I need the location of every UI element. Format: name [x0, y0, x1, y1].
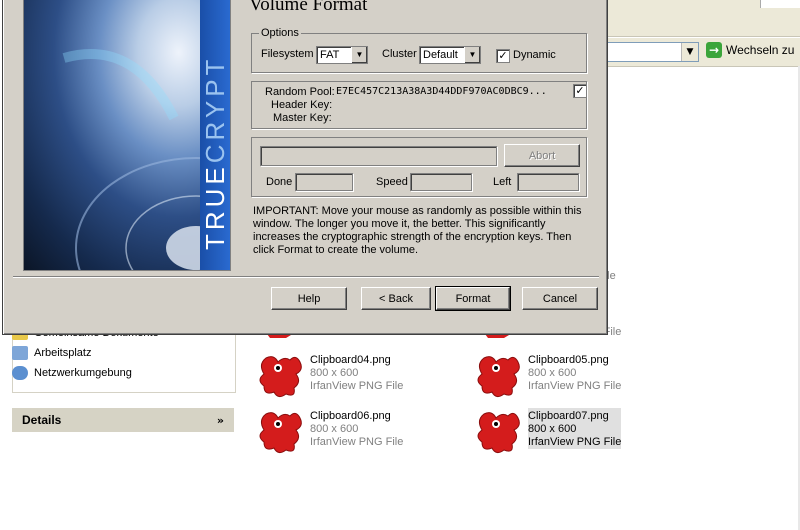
done-label: Done: [266, 176, 293, 188]
truecrypt-logo-image: TRUECRYPT: [24, 0, 230, 270]
file-dimensions: 800 x 600: [310, 367, 359, 379]
file-name: Clipboard04.png: [310, 354, 391, 366]
info-text: IMPORTANT: Move your mouse as randomly a…: [253, 205, 582, 256]
volume-format-dialog: TRUECRYPT Volume Format Options Filesyst…: [2, 0, 608, 335]
place-my-computer[interactable]: Arbeitsplatz: [12, 346, 91, 360]
random-pool-value: E7EC457C213A38A3D44DDF970AC0DBC9...: [336, 86, 547, 97]
filesystem-select[interactable]: FAT ▼: [316, 46, 368, 64]
display-pool-checkbox[interactable]: ✓: [573, 84, 587, 98]
file-name: Clipboard05.png: [528, 354, 609, 366]
network-icon: [12, 366, 28, 380]
format-button[interactable]: Format: [435, 286, 511, 311]
file-type: IrfanView PNG File: [310, 436, 404, 448]
place-label: Netzwerkumgebung: [34, 367, 132, 379]
options-group-label: Options: [259, 27, 301, 39]
done-field: [295, 173, 353, 191]
place-label: Arbeitsplatz: [34, 347, 92, 359]
cluster-select[interactable]: Default ▼: [419, 46, 481, 64]
truecrypt-banner: TRUECRYPT: [23, 0, 231, 271]
file-tile-selected[interactable]: Clipboard07.png 800 x 600 IrfanView PNG …: [474, 408, 622, 456]
back-button[interactable]: < Back: [361, 287, 431, 310]
progress-bar: [260, 146, 497, 166]
file-dimensions: 800 x 600: [310, 423, 359, 435]
go-label: Wechseln zu: [726, 43, 795, 57]
cancel-button[interactable]: Cancel: [522, 287, 598, 310]
file-tile[interactable]: Clipboard04.png 800 x 600 IrfanView PNG …: [256, 352, 403, 400]
banner-text-true: TRUE: [200, 163, 230, 250]
header-key-label: Header Key:: [271, 99, 333, 111]
explorer-menu-bar: [600, 8, 800, 37]
svg-text:TRUECRYPT: TRUECRYPT: [200, 56, 230, 250]
file-dimensions: 800 x 600: [528, 367, 577, 379]
irfanview-png-icon: [477, 356, 520, 398]
irfanview-png-icon: [259, 356, 302, 398]
explorer-address-bar: ▼ → Wechseln zu: [600, 38, 800, 67]
address-field[interactable]: ▼: [600, 42, 699, 62]
go-button[interactable]: → Wechseln zu: [706, 42, 794, 58]
banner-text-crypt: CRYPT: [200, 56, 230, 164]
chevron-down-icon[interactable]: »: [217, 414, 224, 427]
file-type: IrfanView PNG File: [528, 436, 622, 448]
abort-button[interactable]: Abort: [504, 144, 580, 167]
file-dimensions: 800 x 600: [528, 423, 577, 435]
dialog-title: Volume Format: [249, 0, 368, 15]
speed-label: Speed: [376, 176, 408, 188]
place-network[interactable]: Netzwerkumgebung: [12, 366, 132, 380]
filesystem-label: Filesystem: [261, 48, 314, 60]
computer-icon: [12, 346, 28, 360]
chevron-down-icon[interactable]: ▼: [464, 47, 480, 63]
filesystem-value: FAT: [320, 49, 340, 61]
explorer-toolbar-corner: [760, 0, 800, 8]
dynamic-checkbox[interactable]: ✓: [496, 49, 510, 63]
button-separator: [13, 276, 599, 278]
file-tile[interactable]: Clipboard06.png 800 x 600 IrfanView PNG …: [256, 408, 403, 456]
chevron-down-icon[interactable]: ▼: [351, 47, 367, 63]
speed-field: [410, 173, 472, 191]
go-arrow-icon: →: [706, 42, 722, 58]
file-name: Clipboard07.png: [528, 410, 609, 422]
address-dropdown-icon[interactable]: ▼: [681, 43, 698, 61]
cluster-label: Cluster: [382, 48, 417, 60]
file-type: IrfanView PNG File: [310, 380, 404, 392]
file-name: Clipboard06.png: [310, 410, 391, 422]
cluster-value: Default: [423, 49, 458, 61]
file-tile[interactable]: Clipboard05.png 800 x 600 IrfanView PNG …: [474, 352, 621, 400]
master-key-label: Master Key:: [273, 112, 332, 124]
irfanview-png-icon: [477, 412, 520, 454]
details-title: Details: [22, 413, 62, 427]
left-field: [517, 173, 579, 191]
left-label: Left: [493, 176, 512, 188]
details-section-header[interactable]: Details »: [12, 408, 234, 432]
irfanview-png-icon: [259, 412, 302, 454]
dynamic-label: Dynamic: [513, 49, 556, 61]
help-button[interactable]: Help: [271, 287, 347, 310]
file-type: IrfanView PNG File: [528, 380, 622, 392]
random-pool-label: Random Pool:: [265, 86, 335, 98]
